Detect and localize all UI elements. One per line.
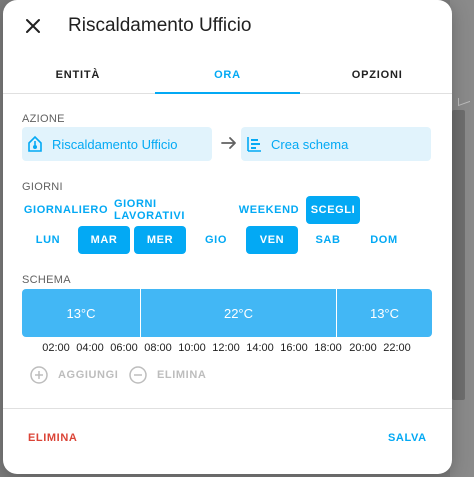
entity-name: Riscaldamento Ufficio: [52, 136, 178, 152]
day-dom[interactable]: DOM: [358, 226, 410, 254]
giorni-label: GIORNI: [22, 181, 63, 193]
backdrop-panel: [450, 0, 474, 477]
preset-giorni-lavorativi[interactable]: GIORNI LAVORATIVI: [114, 196, 230, 224]
tab-opzioni[interactable]: OPZIONI: [302, 56, 452, 93]
preset-scegli[interactable]: SCEGLI: [306, 196, 360, 224]
background-scrollbar[interactable]: [452, 110, 465, 400]
arrow-right-icon: [221, 137, 236, 149]
thermostat-icon: [28, 135, 42, 152]
remove-slot-button[interactable]: ELIMINA: [129, 364, 206, 386]
remove-slot-label: ELIMINA: [157, 369, 207, 381]
time-label: 08:00: [144, 342, 172, 354]
tab-ora[interactable]: ORA: [153, 56, 303, 94]
schedule-dialog: Riscaldamento Ufficio ENTITÀ ORA OPZIONI…: [3, 0, 452, 474]
entity-selector[interactable]: Riscaldamento Ufficio: [22, 127, 212, 161]
time-label: 04:00: [76, 342, 104, 354]
footer-divider: [3, 408, 452, 409]
dialog-header: Riscaldamento Ufficio: [3, 0, 452, 56]
schedule-slot[interactable]: 22°C: [141, 289, 336, 337]
day-mer[interactable]: MER: [134, 226, 186, 254]
preset-weekend[interactable]: WEEKEND: [238, 196, 300, 224]
service-selector[interactable]: Crea schema: [241, 127, 431, 161]
day-lun[interactable]: LUN: [22, 226, 74, 254]
preset-giornaliero[interactable]: GIORNALIERO: [23, 196, 109, 224]
close-icon[interactable]: [21, 14, 45, 38]
tab-bar: ENTITÀ ORA OPZIONI: [3, 56, 452, 94]
time-label: 02:00: [42, 342, 70, 354]
time-label: 06:00: [110, 342, 138, 354]
time-label: 10:00: [178, 342, 206, 354]
schedule-bar: 13°C 22°C 13°C: [22, 289, 432, 337]
schedule-slot[interactable]: 13°C: [337, 289, 432, 337]
calendar-schedule-icon: [247, 137, 261, 152]
time-label: 22:00: [383, 342, 411, 354]
add-slot-button[interactable]: AGGIUNGI: [30, 364, 118, 386]
add-slot-label: AGGIUNGI: [58, 369, 119, 381]
minus-circle-icon: [129, 366, 147, 384]
service-name: Crea schema: [271, 136, 349, 152]
day-ven[interactable]: VEN: [246, 226, 298, 254]
time-label: 14:00: [246, 342, 274, 354]
schedule-slot[interactable]: 13°C: [22, 289, 140, 337]
time-label: 20:00: [349, 342, 377, 354]
schema-label: SCHEMA: [22, 274, 71, 286]
tab-entita[interactable]: ENTITÀ: [3, 56, 153, 93]
day-mar[interactable]: MAR: [78, 226, 130, 254]
save-button[interactable]: SALVA: [388, 432, 427, 444]
azione-label: AZIONE: [22, 113, 65, 125]
day-gio[interactable]: GIO: [190, 226, 242, 254]
delete-button[interactable]: ELIMINA: [28, 432, 77, 444]
time-label: 16:00: [280, 342, 308, 354]
plus-circle-icon: [30, 366, 48, 384]
backdrop-chevron-icon: [458, 93, 470, 107]
time-label: 12:00: [212, 342, 240, 354]
time-label: 18:00: [314, 342, 342, 354]
day-sab[interactable]: SAB: [302, 226, 354, 254]
dialog-title: Riscaldamento Ufficio: [68, 15, 252, 36]
